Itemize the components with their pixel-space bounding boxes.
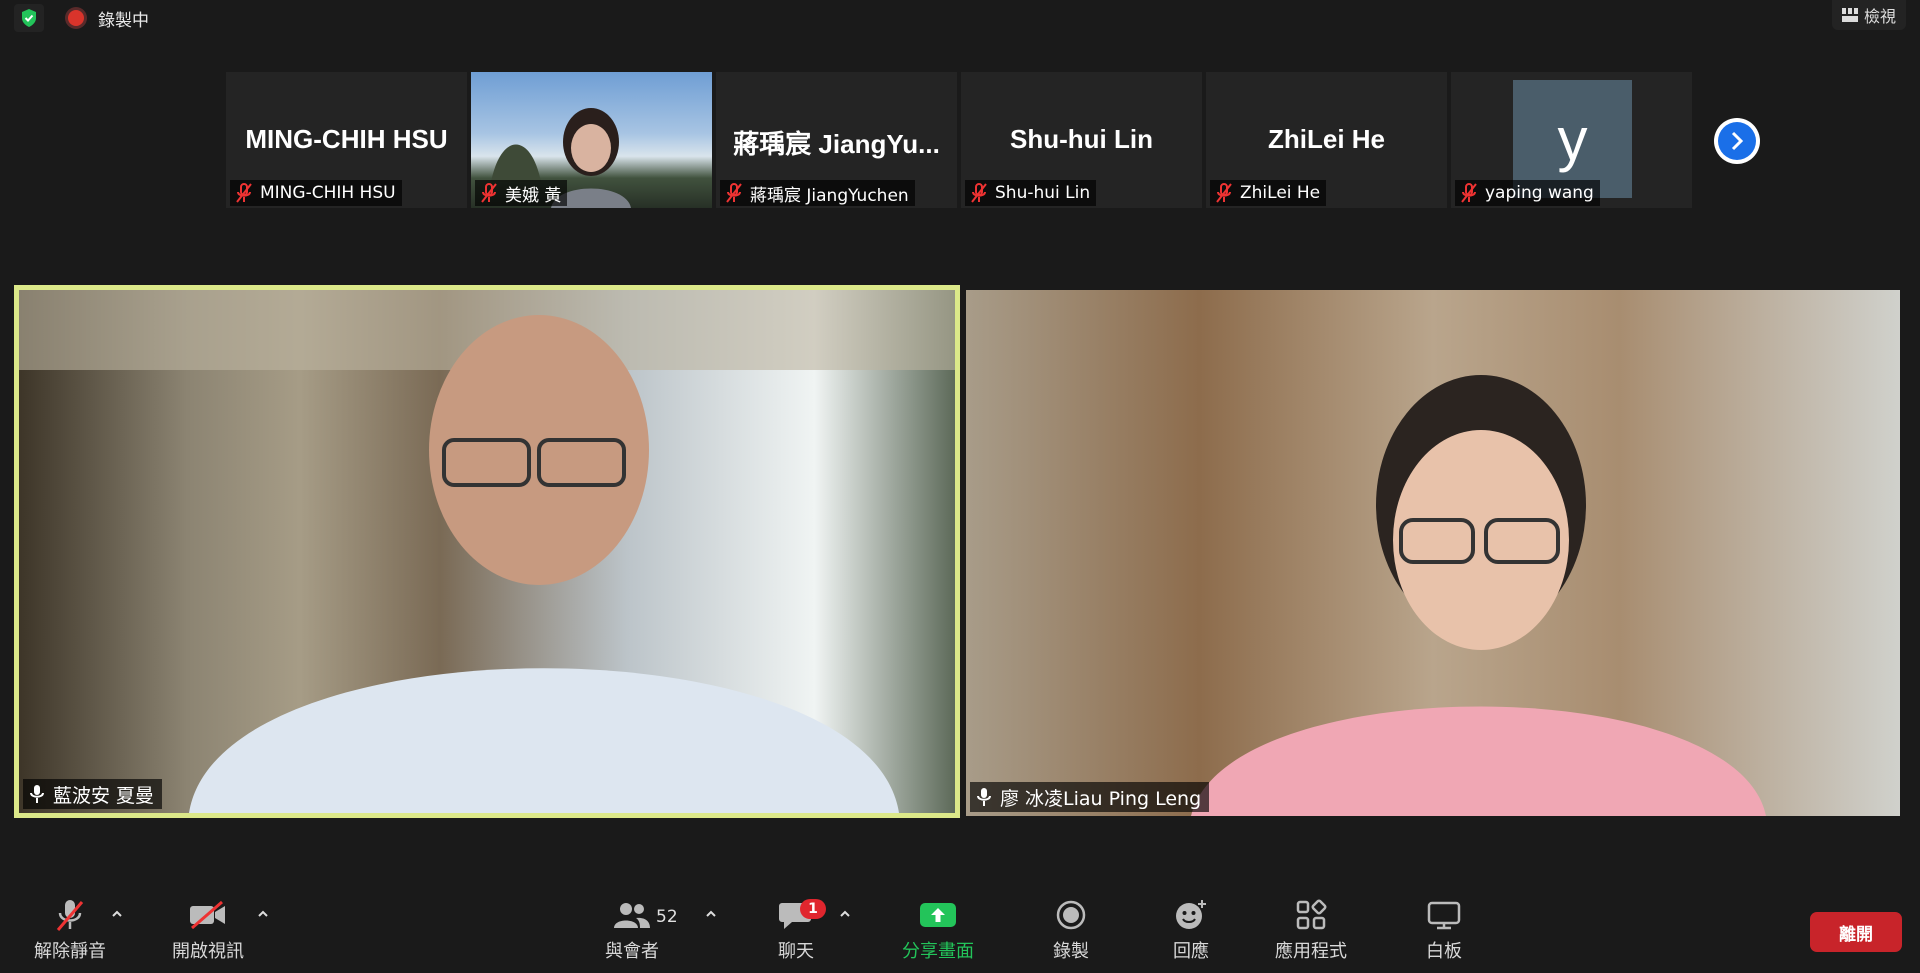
record-button[interactable]: 錄製 [1036,893,1106,963]
muted-mic-icon [481,183,497,203]
participant-name: 廖 冰凌Liau Ping Leng [1000,787,1202,810]
participant-label: 蔣瑀宸 JiangYuchen [720,180,915,206]
chevron-right-icon [1731,131,1744,151]
muted-mic-icon [236,183,252,203]
security-shield-icon[interactable] [14,4,44,32]
top-bar: 錄製中 檢視 [0,0,1920,36]
participant-name: Shu-hui Lin [995,183,1091,203]
participant-label: 美娥 黃 [475,180,568,206]
participant-display-name: ZhiLei He [1267,124,1385,154]
speaker-name: 藍波安 夏曼 [53,784,155,807]
share-screen-icon [920,903,956,927]
active-speaker-video-tile[interactable]: 藍波安 夏曼 [14,285,960,818]
start-video-button[interactable]: 開啟視訊 [166,893,250,963]
participant-name-tag: 廖 冰凌Liau Ping Leng [970,782,1210,812]
speaker-name-tag: 藍波安 夏曼 [23,779,163,809]
reactions-label: 回應 [1173,941,1209,962]
muted-mic-icon [1461,183,1477,203]
participant-name: 美娥 黃 [505,185,562,206]
recording-icon [68,10,84,26]
apps-button[interactable]: 應用程式 [1270,893,1352,963]
participant-label: yaping wang [1455,180,1600,206]
grid-view-icon [1841,8,1858,22]
apps-icon [1296,899,1327,930]
share-screen-button[interactable]: 分享畫面 [896,893,980,963]
participant-display-name: 蔣瑀宸 JiangYu... [733,129,940,159]
muted-mic-icon [971,183,987,203]
muted-mic-icon [56,900,84,931]
participant-thumbnail[interactable]: ZhiLei He ZhiLei He [1206,72,1447,208]
view-label: 檢視 [1863,7,1896,26]
unmute-label: 解除靜音 [34,941,106,962]
whiteboard-icon [1427,901,1461,930]
muted-mic-icon [726,183,742,203]
muted-mic-icon [1216,183,1232,203]
whiteboard-button[interactable]: 白板 [1406,893,1482,963]
chat-unread-badge: 1 [800,899,826,919]
meeting-toolbar: 解除靜音 開啟視訊 與會者 52 聊天 1 分享畫面 錄製 回應 應用程式 白板 [0,893,1920,973]
unmute-button[interactable]: 解除靜音 [28,893,112,963]
share-screen-label: 分享畫面 [902,941,974,962]
participant-thumbnail[interactable]: y yaping wang [1451,72,1692,208]
participant-name: MING-CHIH HSU [260,183,396,203]
mic-icon [977,788,991,806]
participant-thumbnail[interactable]: 蔣瑀宸 JiangYu... 蔣瑀宸 JiangYuchen [716,72,957,208]
start-video-label: 開啟視訊 [172,941,244,962]
chat-options-chevron-up-icon[interactable] [838,907,852,921]
chat-label: 聊天 [778,941,814,962]
record-icon [1056,900,1086,930]
participants-count: 52 [656,907,678,927]
participant-label: Shu-hui Lin [965,180,1097,206]
apps-label: 應用程式 [1275,941,1347,962]
leave-meeting-button[interactable]: 離開 [1810,912,1902,952]
audio-options-chevron-up-icon[interactable] [110,907,124,921]
participant-display-name: MING-CHIH HSU [245,124,448,154]
record-label: 錄製 [1053,941,1089,962]
video-off-icon [190,900,225,930]
participant-label: ZhiLei He [1210,180,1327,206]
recording-status: 錄製中 [98,11,149,31]
speaker-video-image [19,290,955,813]
participant-video-tile[interactable]: 廖 冰凌Liau Ping Leng [966,290,1900,816]
participant-thumbnail[interactable]: MING-CHIH HSU MING-CHIH HSU [226,72,467,208]
next-page-button[interactable] [1714,118,1760,164]
participant-label: MING-CHIH HSU [230,180,402,206]
participant-name: ZhiLei He [1240,183,1321,203]
video-options-chevron-up-icon[interactable] [256,907,270,921]
reactions-emoji-icon [1176,900,1206,929]
participants-icon [614,903,650,928]
participant-display-name: Shu-hui Lin [1010,124,1153,154]
participant-thumbnail[interactable]: Shu-hui Lin Shu-hui Lin [961,72,1202,208]
reactions-button[interactable]: 回應 [1156,893,1226,963]
participant-strip: MING-CHIH HSU MING-CHIH HSU 美娥 黃 蔣瑀宸 Jia… [226,72,1692,208]
participants-button[interactable]: 與會者 [596,893,668,963]
participant-video-image [1191,375,1766,816]
participant-thumbnail-video[interactable]: 美娥 黃 [471,72,712,208]
participant-name: yaping wang [1485,183,1594,203]
participants-label: 與會者 [605,941,659,962]
mic-icon [30,785,44,803]
whiteboard-label: 白板 [1426,941,1462,962]
participants-options-chevron-up-icon[interactable] [704,907,718,921]
view-button[interactable]: 檢視 [1831,0,1906,30]
participant-name: 蔣瑀宸 JiangYuchen [750,185,909,206]
